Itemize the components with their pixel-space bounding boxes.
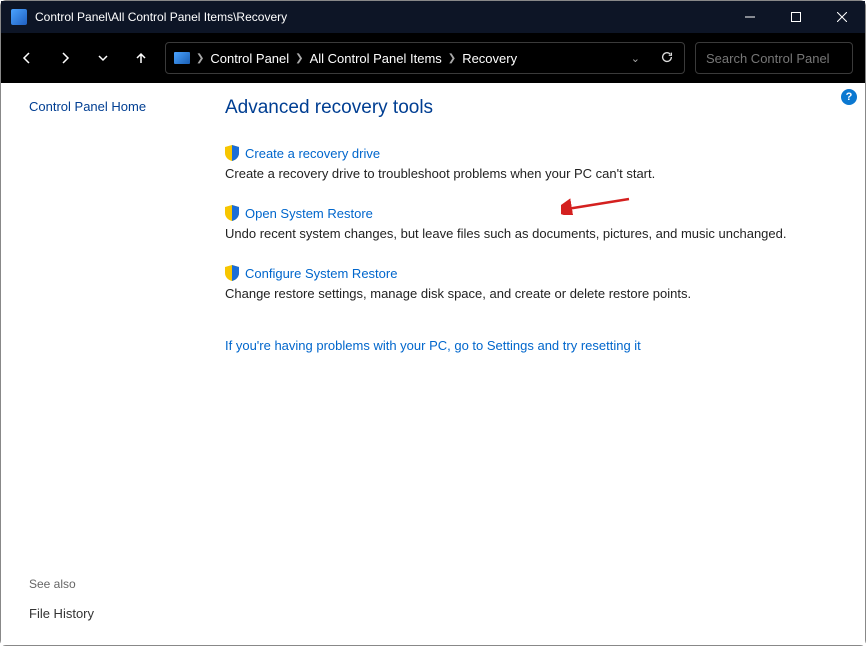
shield-icon [225, 205, 239, 221]
item-description: Create a recovery drive to troubleshoot … [225, 165, 837, 183]
app-icon [11, 9, 27, 25]
page-heading: Advanced recovery tools [225, 97, 837, 119]
sidebar: Control Panel Home See also File History [1, 83, 201, 645]
up-button[interactable] [127, 44, 155, 72]
open-system-restore-link[interactable]: Open System Restore [245, 206, 373, 221]
navbar: ❯ Control Panel ❯ All Control Panel Item… [1, 33, 865, 83]
breadcrumb-root[interactable]: Control Panel [210, 51, 289, 66]
shield-icon [225, 145, 239, 161]
shield-icon [225, 265, 239, 281]
content-area: ? Control Panel Home See also File Histo… [1, 83, 865, 645]
maximize-button[interactable] [773, 1, 819, 33]
item-description: Change restore settings, manage disk spa… [225, 285, 837, 303]
item-description: Undo recent system changes, but leave fi… [225, 225, 837, 243]
recent-dropdown[interactable] [89, 44, 117, 72]
chevron-right-icon: ❯ [196, 53, 204, 64]
recovery-item: Configure System Restore Change restore … [225, 265, 837, 303]
back-button[interactable] [13, 44, 41, 72]
reset-pc-link[interactable]: If you're having problems with your PC, … [225, 338, 641, 353]
main-panel: Advanced recovery tools Create a recover… [201, 83, 865, 645]
create-recovery-drive-link[interactable]: Create a recovery drive [245, 146, 380, 161]
chevron-right-icon: ❯ [448, 53, 456, 64]
search-box[interactable] [695, 42, 853, 74]
search-input[interactable] [706, 51, 866, 66]
configure-system-restore-link[interactable]: Configure System Restore [245, 266, 397, 281]
address-bar[interactable]: ❯ Control Panel ❯ All Control Panel Item… [165, 42, 685, 74]
recovery-item: Open System Restore Undo recent system c… [225, 205, 837, 243]
recovery-item: Create a recovery drive Create a recover… [225, 145, 837, 183]
titlebar: Control Panel\All Control Panel Items\Re… [1, 1, 865, 33]
forward-button[interactable] [51, 44, 79, 72]
chevron-right-icon: ❯ [295, 53, 303, 64]
breadcrumb-leaf[interactable]: Recovery [462, 51, 517, 66]
minimize-button[interactable] [727, 1, 773, 33]
close-button[interactable] [819, 1, 865, 33]
breadcrumb-mid[interactable]: All Control Panel Items [310, 51, 442, 66]
address-icon [174, 52, 190, 64]
refresh-button[interactable] [660, 50, 674, 67]
window-title: Control Panel\All Control Panel Items\Re… [35, 10, 287, 24]
file-history-link[interactable]: File History [29, 606, 94, 621]
chevron-down-icon[interactable]: ⌄ [631, 52, 640, 65]
see-also-label: See also [29, 577, 189, 591]
control-panel-home-link[interactable]: Control Panel Home [29, 99, 189, 114]
